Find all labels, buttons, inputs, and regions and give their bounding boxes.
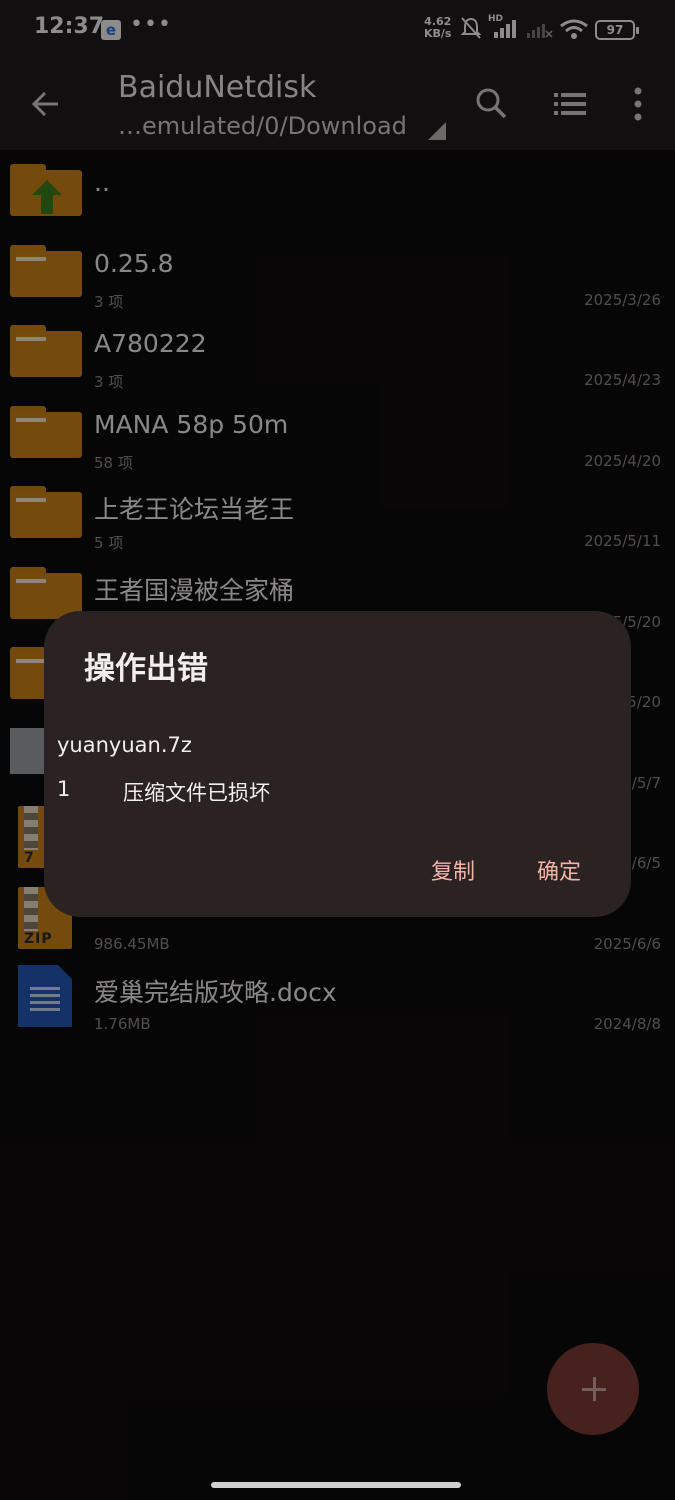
copy-button[interactable]: 复制 — [431, 854, 475, 886]
error-dialog: 操作出错 yuanyuan.7z 1 压缩文件已损坏 复制 确定 — [44, 611, 631, 917]
home-indicator[interactable] — [211, 1482, 461, 1488]
ok-button[interactable]: 确定 — [537, 854, 581, 886]
dialog-title: 操作出错 — [84, 651, 208, 687]
error-file-name: yuanyuan.7z — [57, 733, 192, 757]
error-message: 压缩文件已损坏 — [123, 781, 270, 805]
error-code: 1 — [57, 777, 71, 801]
